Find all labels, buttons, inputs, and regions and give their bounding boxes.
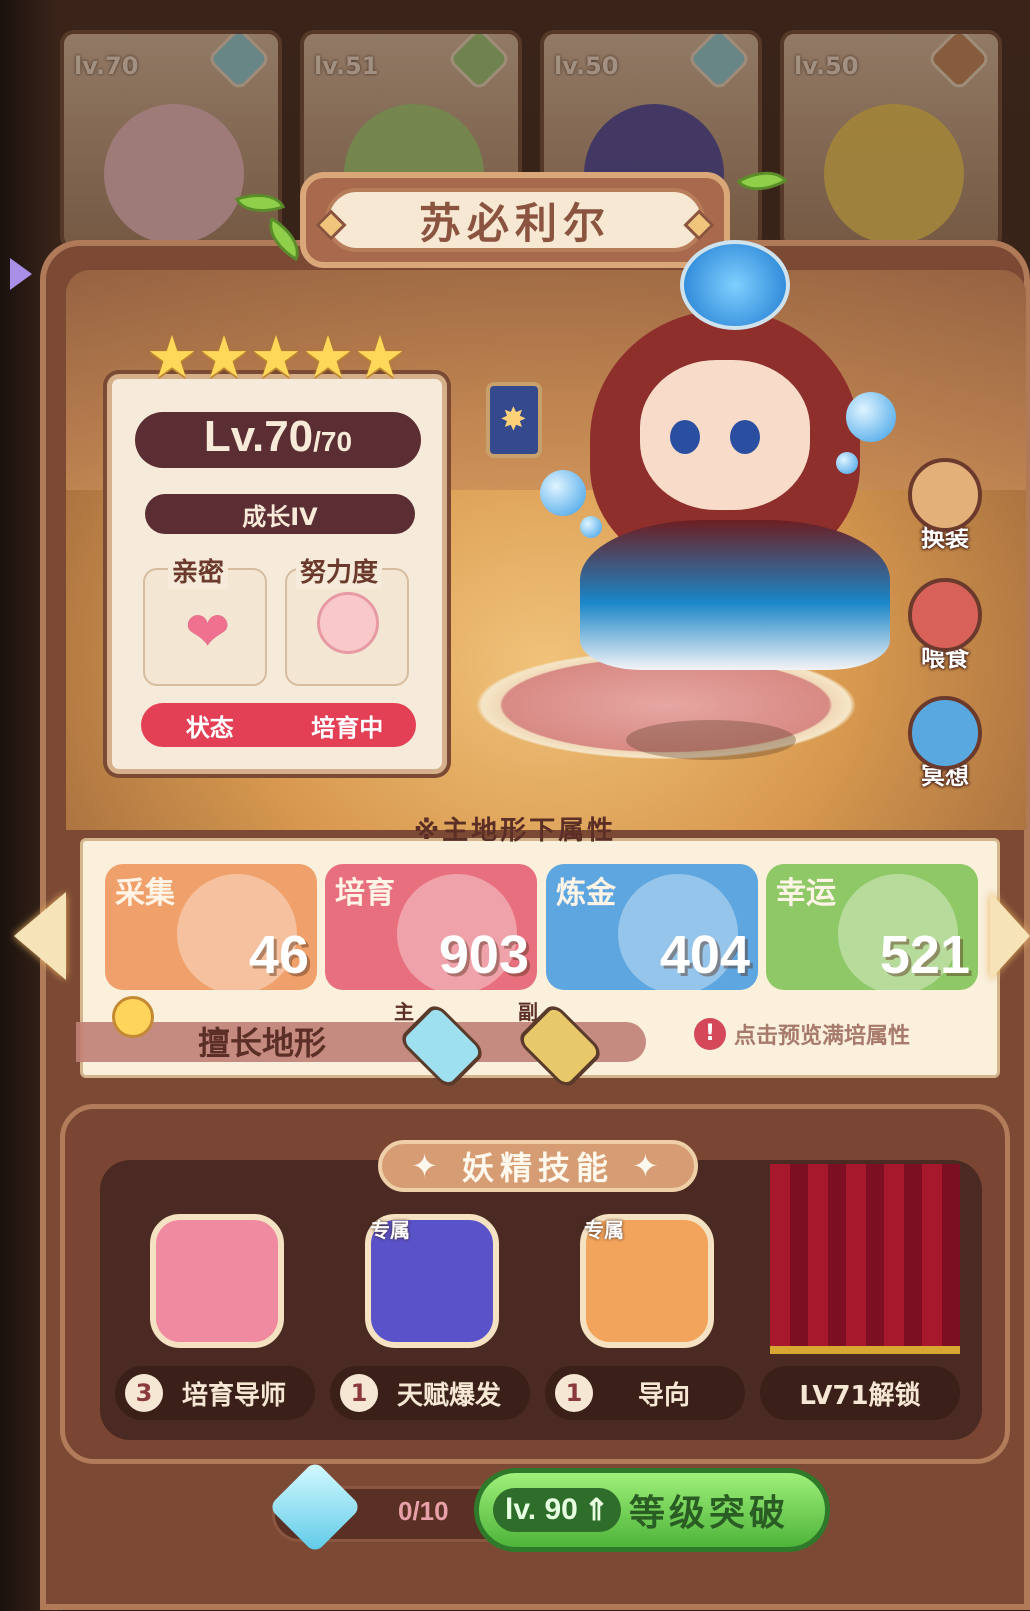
- level-display: Lv.70 /70: [135, 412, 421, 468]
- tomato-icon[interactable]: [150, 1214, 284, 1348]
- meat-icon: [908, 578, 982, 652]
- level-max: /70: [313, 426, 353, 457]
- character-eye: [670, 420, 700, 454]
- attribute-value: 903: [438, 925, 529, 985]
- preview-hint-text: 点击预览满培属性: [734, 1024, 911, 1049]
- water-crown: [680, 240, 790, 330]
- water-bubble: [540, 470, 586, 516]
- skill-level-badge: 3: [125, 1374, 163, 1412]
- skill-name: 导向: [637, 1380, 690, 1411]
- fairy-level: lv.50: [554, 52, 619, 80]
- fairy-level: lv.50: [794, 52, 859, 80]
- sparkle-icon: ✦: [411, 1147, 444, 1185]
- attribute-gather: 采集 46: [105, 864, 317, 990]
- outfit-button[interactable]: 换装: [900, 458, 990, 553]
- status-value: 培育中: [311, 713, 384, 742]
- exclusive-tag: 专属: [370, 1218, 410, 1242]
- crystal-count: 0/10: [398, 1496, 449, 1526]
- target-level-tag: lv. 90 ⇑: [493, 1488, 621, 1532]
- star-icon: ★: [250, 323, 302, 391]
- character-eye: [730, 420, 760, 454]
- attribute-value: 521: [879, 925, 970, 985]
- intimacy-label: 亲密: [168, 552, 229, 589]
- water-bubble: [580, 516, 602, 538]
- skills-title: ✦ 妖精技能 ✦: [378, 1140, 698, 1192]
- water-bubble: [836, 452, 858, 474]
- fairy-level: lv.51: [314, 52, 379, 80]
- star-icon: ★: [302, 323, 354, 391]
- character-face: [640, 360, 810, 510]
- element-icon: [206, 34, 272, 92]
- fairy-portrait: [104, 104, 244, 244]
- dress-icon: [908, 458, 982, 532]
- attribute-value: 404: [659, 925, 750, 985]
- attribute-name: 培育: [335, 876, 395, 911]
- level-current: Lv.70: [203, 412, 314, 461]
- effort-label: 努力度: [296, 552, 383, 589]
- fairy-card[interactable]: lv.50: [780, 30, 1002, 250]
- star-rating: ★ ★ ★ ★ ★: [146, 328, 406, 386]
- fairy-card[interactable]: lv.70: [60, 30, 282, 250]
- attribute-nurture: 培育 903: [325, 864, 537, 990]
- preview-full-stats-link[interactable]: ! 点击预览满培属性: [694, 1018, 910, 1050]
- fairy-level: lv.70: [74, 52, 139, 80]
- terrain-label: 擅长地形: [198, 1024, 327, 1062]
- fairy-character[interactable]: [560, 240, 900, 710]
- attribute-name: 采集: [115, 876, 175, 911]
- heart-icon: ❤: [185, 600, 231, 663]
- element-icon: [446, 34, 512, 92]
- locked-curtain: [770, 1164, 960, 1354]
- bulb-icon: [112, 996, 154, 1038]
- alert-icon: !: [694, 1018, 726, 1050]
- status-label: 状态: [185, 713, 234, 742]
- skill-level-badge: 1: [555, 1374, 593, 1412]
- fairy-portrait: [824, 104, 964, 244]
- breakthrough-label: 等级突破: [628, 1493, 789, 1534]
- water-bubble: [846, 392, 896, 442]
- attributes-header: ※主地形下属性: [413, 816, 617, 846]
- skill-guide[interactable]: 1 导向: [545, 1366, 745, 1420]
- skill-level-badge: 1: [340, 1374, 378, 1412]
- skill-name: 培育导师: [181, 1380, 286, 1411]
- attribute-alchemy: 炼金 404: [546, 864, 758, 990]
- skill-name: 天赋爆发: [396, 1380, 501, 1411]
- attribute-luck: 幸运 521: [766, 864, 978, 990]
- skill-talent-burst[interactable]: 1 天赋爆发: [330, 1366, 530, 1420]
- skill-locked[interactable]: LV71解锁: [760, 1366, 960, 1420]
- attribute-value: 46: [248, 925, 309, 985]
- double-chevron-up-icon: ⇑: [583, 1493, 609, 1527]
- next-fairy-arrow-icon[interactable]: [990, 892, 1030, 980]
- blush-face-icon: [317, 592, 379, 654]
- character-dress: [580, 520, 890, 670]
- character-name: 苏必利尔: [325, 188, 705, 252]
- tarot-card-icon[interactable]: [486, 382, 542, 458]
- sparkle-icon: ✦: [632, 1147, 665, 1185]
- element-icon: [926, 34, 992, 92]
- star-icon: ★: [146, 323, 198, 391]
- target-level: lv. 90: [505, 1493, 578, 1526]
- growth-stage: 成长IV: [145, 494, 415, 534]
- element-icon: [686, 34, 752, 92]
- star-icon: ★: [198, 323, 250, 391]
- main-terrain-tag: 主: [394, 1000, 414, 1024]
- level-breakthrough-button[interactable]: lv. 90 ⇑ 等级突破: [474, 1468, 830, 1552]
- attribute-name: 幸运: [776, 876, 836, 911]
- character-shadow: [626, 720, 796, 760]
- exclusive-tag: 专属: [584, 1218, 624, 1242]
- status-pill: 状态 培育中: [141, 703, 416, 747]
- meditate-icon: [908, 696, 982, 770]
- game-screen: lv.70 lv.51 lv.50 lv.50 苏必利尔 ✸ ★ ★ ★ ★ ★…: [0, 0, 1030, 1611]
- prev-fairy-arrow-icon[interactable]: [14, 892, 66, 980]
- side-drawer-arrow-icon[interactable]: [10, 258, 32, 290]
- locked-label: LV71解锁: [799, 1380, 921, 1411]
- meditate-button[interactable]: 冥想: [900, 696, 990, 791]
- star-icon: ★: [354, 323, 406, 391]
- feed-button[interactable]: 喂食: [900, 578, 990, 673]
- skills-title-text: 妖精技能: [461, 1149, 614, 1187]
- skill-nurture-mentor[interactable]: 3 培育导师: [115, 1366, 315, 1420]
- attribute-name: 炼金: [556, 876, 616, 911]
